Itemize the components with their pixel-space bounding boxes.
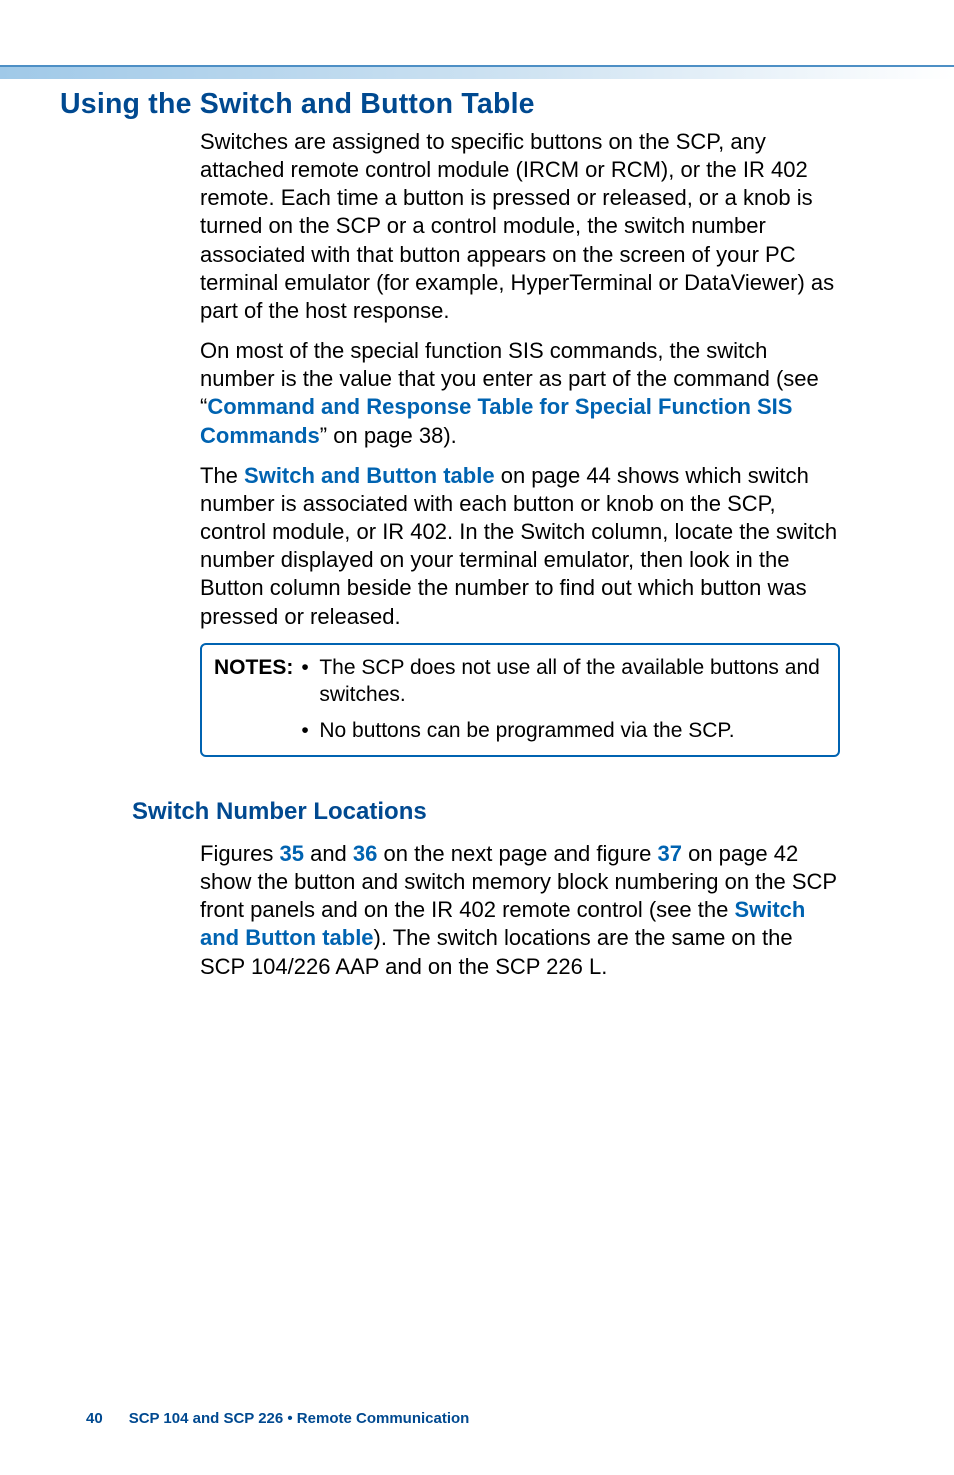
notes-row: NOTES: The SCP does not use all of the a… — [214, 655, 826, 746]
paragraph-2: On most of the special function SIS comm… — [200, 337, 840, 450]
notes-item-2: No buttons can be programmed via the SCP… — [301, 718, 826, 745]
paragraph-4-mid1: and — [304, 841, 353, 866]
paragraph-4-mid2: on the next page and figure — [377, 841, 657, 866]
notes-label: NOTES: — [214, 655, 293, 682]
section-title: Using the Switch and Button Table — [60, 88, 535, 121]
header-gradient-bar — [0, 65, 954, 79]
link-figure-36[interactable]: 36 — [353, 841, 377, 866]
link-figure-37[interactable]: 37 — [658, 841, 682, 866]
notes-item-1: The SCP does not use all of the availabl… — [301, 655, 826, 709]
footer-page-number: 40 — [86, 1410, 103, 1427]
notes-list: The SCP does not use all of the availabl… — [301, 655, 826, 746]
paragraph-1: Switches are assigned to specific button… — [200, 128, 840, 325]
page-footer: 40 SCP 104 and SCP 226 • Remote Communica… — [86, 1410, 469, 1427]
paragraph-3: The Switch and Button table on page 44 s… — [200, 462, 840, 631]
subsection-title: Switch Number Locations — [132, 797, 840, 828]
link-switch-button-table-1[interactable]: Switch and Button table — [244, 463, 495, 488]
paragraph-2-post: ” on page 38). — [320, 423, 457, 448]
footer-text: SCP 104 and SCP 226 • Remote Communicati… — [129, 1410, 470, 1427]
body-column: Switches are assigned to specific button… — [200, 128, 840, 993]
page: Using the Switch and Button Table Switch… — [0, 0, 954, 1475]
paragraph-3-pre: The — [200, 463, 244, 488]
notes-box: NOTES: The SCP does not use all of the a… — [200, 643, 840, 758]
paragraph-4-pre: Figures — [200, 841, 279, 866]
paragraph-4: Figures 35 and 36 on the next page and f… — [200, 840, 840, 981]
link-figure-35[interactable]: 35 — [279, 841, 303, 866]
link-command-response-table[interactable]: Command and Response Table for Special F… — [200, 394, 792, 447]
